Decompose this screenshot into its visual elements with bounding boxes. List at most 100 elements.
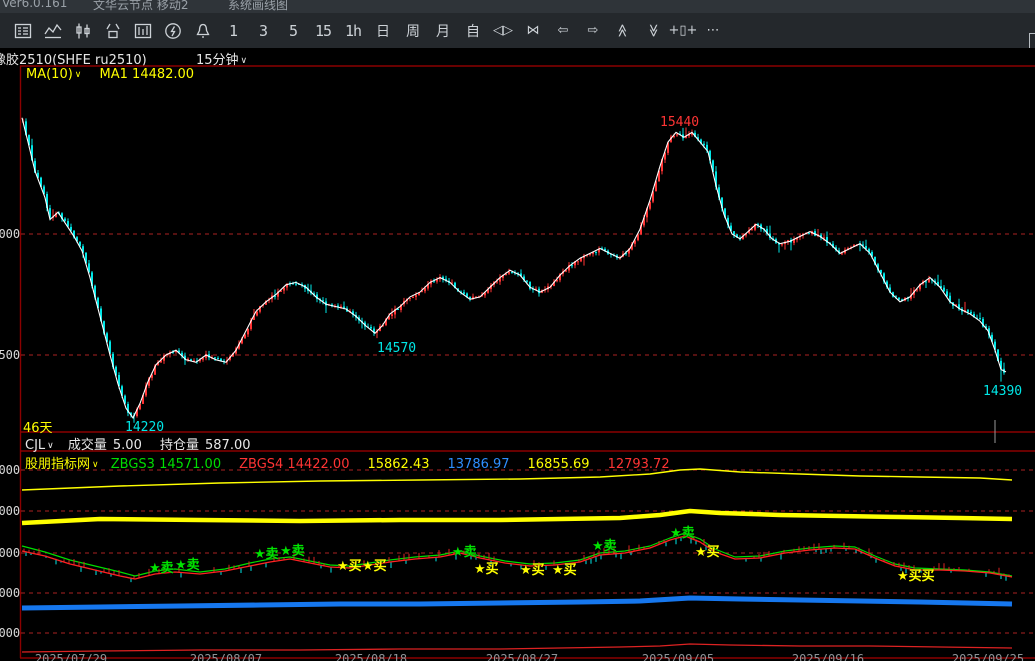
line-chart-icon[interactable] bbox=[38, 18, 68, 44]
pan-left-icon-glyph: ⇦ bbox=[558, 23, 569, 38]
candlestick-icon[interactable] bbox=[68, 18, 98, 44]
y-axis-label-14000: 14000 bbox=[0, 586, 20, 600]
menu-item-system-drawing[interactable]: 系统画线图 bbox=[228, 0, 288, 13]
sell-signal-marker: ★卖 bbox=[175, 554, 200, 573]
price-label-14570: 14570 bbox=[377, 341, 416, 356]
more-icon-glyph: ⋯ bbox=[707, 23, 720, 38]
buy-signal-marker: ★买 bbox=[362, 555, 387, 574]
ma-dropdown[interactable]: MA(10)∨ bbox=[26, 67, 81, 82]
chevron-down-icon: ∨ bbox=[90, 460, 99, 470]
sell-signal-marker: ★卖 bbox=[280, 540, 305, 559]
indicator-value: 15862.43 bbox=[367, 457, 429, 472]
sell-signal-marker: ★卖 bbox=[254, 543, 279, 562]
ma-value: MA1 14482.00 bbox=[100, 67, 195, 82]
period-button-3[interactable]: 3 bbox=[248, 18, 278, 44]
pan-right-icon[interactable]: ⇨ bbox=[578, 18, 608, 44]
buy-signal-marker: ★买 bbox=[337, 555, 362, 574]
period-dropdown[interactable]: 15分钟∨ bbox=[196, 49, 247, 66]
expand-bars-icon[interactable]: ◁▷ bbox=[488, 18, 518, 44]
cjl-label: CJL bbox=[25, 438, 45, 453]
scroll-down-icon[interactable]: ≫ bbox=[638, 18, 668, 44]
quote-board-icon[interactable] bbox=[8, 18, 38, 44]
alert-bell-icon[interactable] bbox=[188, 18, 218, 44]
clipped-toolbar-icon[interactable] bbox=[1029, 33, 1035, 48]
tick-chart-icon[interactable] bbox=[98, 18, 128, 44]
volume-value: 5.00 bbox=[113, 438, 142, 453]
chart-title-bar: 橡胶2510(SHFE ru2510) 15分钟∨ bbox=[0, 48, 1035, 66]
compress-bars-icon[interactable]: ⋈ bbox=[518, 18, 548, 44]
instrument-title[interactable]: 橡胶2510(SHFE ru2510) bbox=[0, 49, 147, 66]
indicator-value: ZBGS3 14571.00 bbox=[111, 457, 221, 472]
x-axis-date-label: 2025/08/18 bbox=[335, 652, 407, 661]
y-axis-label-15000: 15000 bbox=[0, 546, 20, 560]
period-button-1h[interactable]: 1h bbox=[338, 18, 368, 44]
more-icon[interactable]: ⋯ bbox=[698, 18, 728, 44]
main-toolbar: 135151h日周月自 ◁▷ ⋈ ⇦ ⇨ ≫ ≫ +▯+ ⋯ bbox=[0, 13, 1035, 48]
indicator-value: 16855.69 bbox=[528, 457, 590, 472]
y-axis-label-14500: 14500 bbox=[0, 348, 20, 362]
cloud-refresh-icon[interactable] bbox=[158, 18, 188, 44]
buy-signal-marker: ★买买 bbox=[897, 565, 935, 584]
period-button-周[interactable]: 周 bbox=[398, 18, 428, 44]
oi-label: 持仓量 bbox=[160, 438, 199, 453]
instrument-name: 橡胶2510(SHFE ru2510) bbox=[0, 53, 147, 66]
chevron-down-icon: ∨ bbox=[239, 56, 248, 66]
price-label-14390: 14390 bbox=[983, 384, 1022, 399]
cjl-dropdown[interactable]: CJL∨ bbox=[25, 438, 54, 453]
ma-indicator-row: MA(10)∨ MA1 14482.00 bbox=[26, 67, 194, 82]
y-axis-label-13000: 13000 bbox=[0, 626, 20, 640]
sell-signal-marker: ★卖 bbox=[592, 535, 617, 554]
top-menu-strip: Ver6.0.161 文华云节点 移动2 系统画线图 bbox=[0, 0, 1035, 13]
indicator-dropdown[interactable]: 股朋指标网∨ bbox=[25, 457, 99, 472]
volume-label: 成交量 bbox=[68, 438, 107, 453]
kline-box-icon[interactable] bbox=[128, 18, 158, 44]
indicator-name: 股朋指标网 bbox=[25, 457, 90, 472]
price-label-14220: 14220 bbox=[125, 420, 164, 435]
indicator-value: 12793.72 bbox=[608, 457, 670, 472]
sell-signal-marker: ★卖 bbox=[452, 541, 477, 560]
buy-signal-marker: ★买 bbox=[695, 541, 720, 560]
period-button-15[interactable]: 15 bbox=[308, 18, 338, 44]
buy-signal-marker: ★买 bbox=[520, 559, 545, 578]
buy-signal-marker: ★买 bbox=[552, 559, 577, 578]
chevron-down-icon: ∨ bbox=[45, 441, 54, 451]
period-label: 15分钟 bbox=[196, 53, 239, 66]
version-text: Ver6.0.161 bbox=[2, 0, 67, 10]
y-axis-label-15000: 15000 bbox=[0, 227, 20, 241]
sell-signal-marker: ★卖 bbox=[670, 522, 695, 541]
y-axis-label-16000: 16000 bbox=[0, 504, 20, 518]
x-axis-date-label: 2025/09/16 bbox=[792, 652, 864, 661]
trading-app-window: Ver6.0.161 文华云节点 移动2 系统画线图 135151h日周月自 ◁… bbox=[0, 0, 1035, 661]
sell-signal-marker: ★卖 bbox=[149, 557, 174, 576]
scroll-up-icon-glyph: ≫ bbox=[615, 24, 630, 38]
period-button-5[interactable]: 5 bbox=[278, 18, 308, 44]
scroll-up-icon[interactable]: ≫ bbox=[608, 18, 638, 44]
x-axis-date-label: 2025/08/27 bbox=[486, 652, 558, 661]
insert-indicator-icon-glyph: +▯+ bbox=[669, 23, 698, 38]
y-axis-label-17000: 17000 bbox=[0, 463, 20, 477]
cjl-panel-header: CJL∨ 成交量 5.00 持仓量 587.00 bbox=[25, 434, 257, 453]
insert-indicator-icon[interactable]: +▯+ bbox=[668, 18, 698, 44]
period-button-1[interactable]: 1 bbox=[218, 18, 248, 44]
pan-left-icon[interactable]: ⇦ bbox=[548, 18, 578, 44]
x-axis-date-label: 2025/09/25 bbox=[952, 652, 1024, 661]
price-label-15440: 15440 bbox=[660, 115, 699, 130]
menu-item-cloud-node[interactable]: 文华云节点 移动2 bbox=[93, 0, 188, 13]
buy-signal-marker: ★买 bbox=[474, 558, 499, 577]
x-axis-date-label: 2025/09/05 bbox=[642, 652, 714, 661]
indicator-value: 13786.97 bbox=[448, 457, 510, 472]
expand-bars-icon-glyph: ◁▷ bbox=[493, 23, 513, 38]
indicator-value: ZBGS4 14422.00 bbox=[239, 457, 349, 472]
indicator-panel-header: 股朋指标网∨ ZBGS3 14571.00 ZBGS4 14422.00 15862… bbox=[25, 453, 688, 472]
chevron-down-icon: ∨ bbox=[73, 70, 82, 80]
compress-bars-icon-glyph: ⋈ bbox=[527, 23, 540, 38]
ma-label: MA(10) bbox=[26, 67, 73, 82]
x-axis-date-label: 2025/08/07 bbox=[190, 652, 262, 661]
period-button-日[interactable]: 日 bbox=[368, 18, 398, 44]
period-button-月[interactable]: 月 bbox=[428, 18, 458, 44]
period-button-自[interactable]: 自 bbox=[458, 18, 488, 44]
oi-value: 587.00 bbox=[205, 438, 251, 453]
pan-right-icon-glyph: ⇨ bbox=[588, 23, 599, 38]
scroll-down-icon-glyph: ≫ bbox=[645, 24, 660, 38]
x-axis-date-label: 2025/07/29 bbox=[35, 652, 107, 661]
